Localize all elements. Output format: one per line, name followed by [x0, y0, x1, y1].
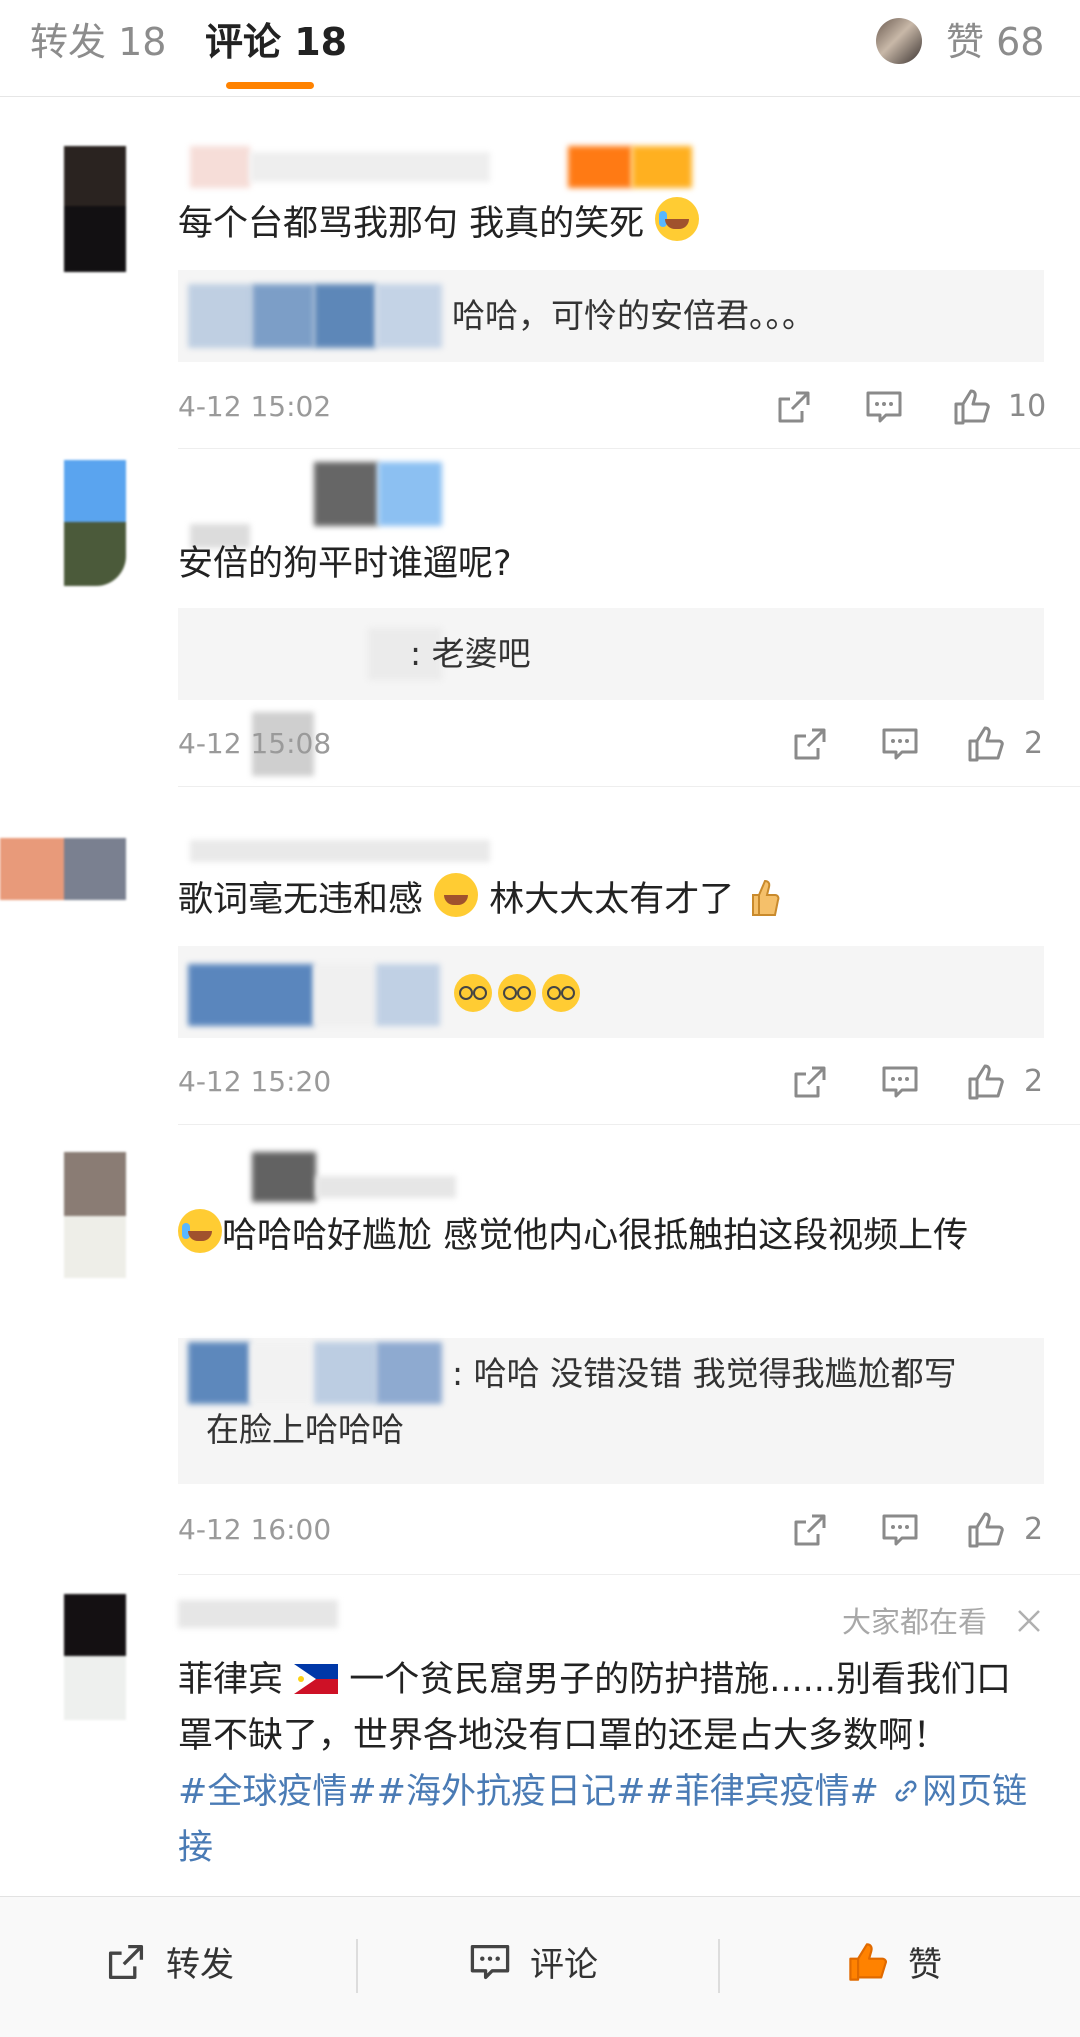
- like-count: 2: [1024, 1064, 1044, 1099]
- like-count: 2: [1024, 726, 1044, 761]
- liker-avatar[interactable]: [876, 18, 922, 64]
- crying-laugh-emoji-icon: [655, 197, 700, 241]
- redacted-reply-user: [188, 964, 314, 1026]
- redacted-username: [252, 1152, 316, 1202]
- thumbs-up-icon: [849, 1943, 887, 1981]
- redacted-username: [190, 840, 490, 862]
- redacted-reply-user: [314, 284, 376, 348]
- redacted-username: [178, 1600, 338, 1628]
- redacted-reply-user: [376, 964, 440, 1026]
- close-icon[interactable]: [1014, 1606, 1044, 1636]
- glasses-emoji-icon: [454, 974, 492, 1012]
- commenter-avatar[interactable]: [64, 460, 126, 586]
- repost-button[interactable]: 转发: [104, 1939, 234, 1991]
- crying-laugh-emoji-icon: [178, 1209, 222, 1253]
- reply-text: : 哈哈 没错没错 我觉得我尴尬都写: [452, 1354, 957, 1393]
- repost-icon: [108, 1944, 144, 1980]
- tab-comment[interactable]: 评论 18: [205, 16, 347, 68]
- reply-text: : 老婆吧: [410, 634, 531, 673]
- comment-text: 哈哈哈好尴尬 感觉他内心很抵触拍这段视频上传: [178, 1208, 1038, 1264]
- thumbs-up-icon[interactable]: [952, 387, 992, 427]
- commenter-avatar[interactable]: [0, 838, 126, 900]
- comment-timestamp: 4-12 15:20: [178, 1065, 332, 1098]
- commenter-avatar[interactable]: [64, 146, 126, 272]
- comment-text: 歌词毫无违和感 林大大太有才了: [178, 872, 1038, 928]
- bottom-action-bar: 转发 评论 赞: [0, 1896, 1080, 2037]
- active-tab-indicator: [226, 82, 314, 89]
- redacted-reply-user: [376, 1342, 442, 1404]
- thumbs-up-emoji-icon: [752, 879, 780, 916]
- divider: [178, 1124, 1080, 1125]
- redacted-reply-user: [188, 1342, 250, 1404]
- redacted-reply-user: [252, 284, 314, 348]
- tab-repost[interactable]: 转发 18: [30, 16, 166, 68]
- reply-box[interactable]: 哈哈，可怜的安倍君。。。: [178, 270, 1044, 362]
- glasses-emoji-icon: [498, 974, 536, 1012]
- redacted-username: [314, 462, 378, 526]
- comment-icon: [470, 1944, 510, 1980]
- like-count: 10: [1008, 389, 1047, 424]
- thumbs-up-icon[interactable]: [966, 1510, 1006, 1550]
- divider: [178, 1574, 1080, 1575]
- thumbs-up-icon[interactable]: [966, 1062, 1006, 1102]
- reply-text: 在脸上哈哈哈: [206, 1410, 404, 1449]
- comment-text: 每个台都骂我那句 我真的笑死: [178, 196, 1038, 252]
- separator: [356, 1939, 358, 1993]
- comment-tabs-bar: 转发 18 评论 18 赞 68: [0, 0, 1080, 97]
- comment-text: 安倍的狗平时谁遛呢?: [178, 544, 512, 584]
- post-text: 菲律宾 一个贫民窟男子的防护措施......别看我们口罩不缺了，世界各地没有口罩…: [178, 1660, 1028, 1868]
- laughing-emoji-icon: [434, 873, 479, 917]
- divider: [178, 448, 1080, 449]
- comment-icon[interactable]: [880, 724, 920, 764]
- redacted-badge: [632, 146, 692, 188]
- redacted-reply-user: [314, 964, 376, 1026]
- share-icon[interactable]: [790, 1062, 830, 1102]
- like-count: 2: [1024, 1512, 1044, 1547]
- redacted-reply-user: [188, 284, 252, 348]
- like-button[interactable]: 赞: [846, 1939, 942, 1991]
- reply-box[interactable]: [178, 946, 1044, 1038]
- redacted-username: [378, 462, 442, 526]
- divider: [178, 786, 1080, 787]
- redacted-username: [316, 1176, 456, 1198]
- comment-icon[interactable]: [880, 1510, 920, 1550]
- comment-icon[interactable]: [880, 1062, 920, 1102]
- tab-likes[interactable]: 赞 68: [946, 16, 1044, 68]
- reply-box[interactable]: : 老婆吧: [178, 608, 1044, 700]
- glasses-emoji-icon: [542, 974, 580, 1012]
- philippines-flag-icon: [294, 1664, 339, 1694]
- link-icon: [895, 1780, 917, 1802]
- reply-text: 哈哈，可怜的安倍君。。。: [452, 296, 815, 335]
- comment-button[interactable]: 评论: [468, 1939, 598, 1991]
- share-icon[interactable]: [790, 724, 830, 764]
- commenter-avatar[interactable]: [64, 1152, 126, 1278]
- redacted-username: [250, 152, 490, 182]
- redacted-username: [190, 146, 250, 188]
- comment-timestamp: 4-12 15:08: [178, 727, 332, 760]
- comment-timestamp: 4-12 16:00: [178, 1513, 332, 1546]
- redacted-reply-user: [314, 1342, 376, 1404]
- share-icon[interactable]: [774, 387, 814, 427]
- hashtag-links[interactable]: #全球疫情##海外抗疫日记##菲律宾疫情#: [178, 1772, 879, 1812]
- share-icon[interactable]: [790, 1510, 830, 1550]
- recommended-label: 大家都在看: [842, 1605, 988, 1639]
- comment-icon[interactable]: [864, 387, 904, 427]
- poster-avatar[interactable]: [64, 1594, 126, 1720]
- reply-box[interactable]: : 哈哈 没错没错 我觉得我尴尬都写 在脸上哈哈哈: [178, 1338, 1044, 1484]
- thumbs-up-icon[interactable]: [966, 724, 1006, 764]
- comment-timestamp: 4-12 15:02: [178, 390, 332, 423]
- redacted-reply-user: [250, 1342, 312, 1404]
- redacted-reply-user: [376, 284, 442, 348]
- redacted-badge: [568, 146, 632, 188]
- separator: [718, 1939, 720, 1993]
- reply-emojis: [454, 974, 586, 1012]
